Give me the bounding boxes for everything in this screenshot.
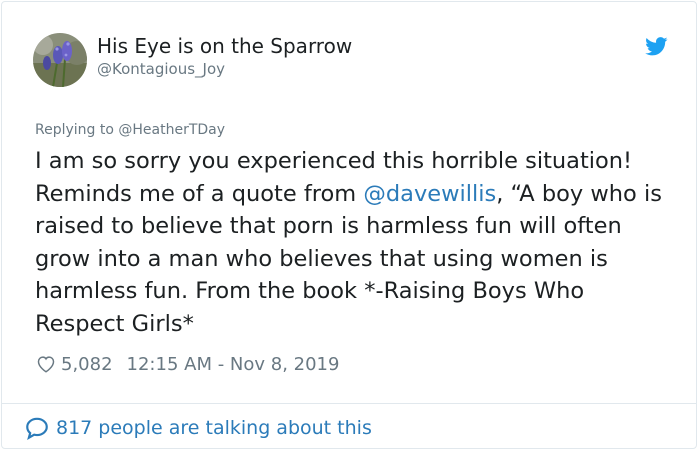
speech-bubble-icon (26, 417, 48, 440)
tweet-card: His Eye is on the Sparrow @Kontagious_Jo… (1, 1, 697, 449)
replying-to-mention[interactable]: @HeatherTDay (118, 122, 225, 138)
conversation-link[interactable]: 817 people are talking about this (24, 414, 372, 442)
avatar[interactable] (33, 33, 87, 87)
replying-to: Replying to @HeatherTDay (35, 122, 225, 138)
twitter-bird-icon[interactable] (645, 37, 668, 56)
timestamp[interactable]: 12:15 AM - Nov 8, 2019 (127, 354, 340, 375)
like-count[interactable]: 5,082 (61, 354, 113, 375)
heart-icon[interactable] (35, 353, 57, 375)
tweet-text: I am so sorry you experienced this horri… (35, 145, 675, 341)
conversation-label[interactable]: 817 people are talking about this (56, 417, 372, 439)
divider (2, 403, 696, 404)
user-handle[interactable]: @Kontagious_Joy (97, 60, 225, 78)
tweet-mention-link[interactable]: @davewillis (363, 181, 496, 207)
tweet-meta: 5,082 12:15 AM - Nov 8, 2019 (35, 352, 339, 376)
display-name[interactable]: His Eye is on the Sparrow (97, 34, 352, 58)
replying-to-prefix: Replying to (35, 122, 119, 138)
